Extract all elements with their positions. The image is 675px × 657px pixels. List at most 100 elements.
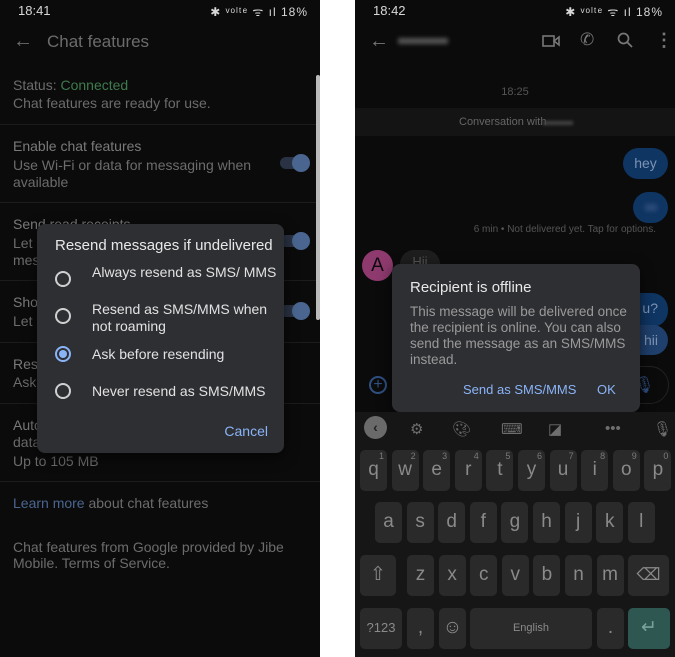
message-bubble[interactable] [633,192,668,223]
add-attachment-icon[interactable]: + [369,376,387,394]
key-a[interactable]: a [375,502,402,543]
enable-chat-toggle[interactable] [280,154,310,172]
space-key[interactable]: English [470,608,592,649]
status-label: Status: Connected [13,77,128,93]
status-time: 18:41 [18,3,51,18]
key-label: t [497,459,503,480]
keyboard-layout-icon[interactable]: ⌨ [501,420,523,438]
more-options-icon[interactable]: ••• [605,420,621,437]
setting-subtitle: available [13,174,69,190]
scrollbar[interactable] [316,75,320,320]
key-e[interactable]: e3 [423,450,451,491]
radio-button[interactable] [55,308,71,324]
status-time: 18:42 [373,3,406,18]
key-hint: 6 [536,451,542,461]
key-label: o [621,459,632,480]
key-g[interactable]: g [501,502,529,543]
message-bubble[interactable]: hey [623,148,668,179]
search-icon[interactable] [617,32,633,48]
footer-line: Mobile. Terms of Service. [13,555,170,571]
delivery-status[interactable]: 6 min • Not delivered yet. Tap for optio… [474,224,656,235]
radio-button-selected[interactable] [55,346,71,362]
key-label: k [604,511,615,532]
key-k[interactable]: k [596,502,624,543]
key-h[interactable]: h [533,502,560,543]
key-z[interactable]: z [407,555,434,596]
setting-subtitle: Ask [13,374,37,390]
key-b[interactable]: b [533,555,561,596]
key-y[interactable]: y6 [518,450,545,491]
key-label: z [415,564,426,585]
more-vert-icon[interactable]: ⋮ [655,30,673,51]
back-arrow-icon[interactable]: ← [369,30,389,53]
divider [0,124,320,125]
phone-icon[interactable]: ✆ [580,30,594,50]
key-label: l [639,511,644,532]
key-label: English [512,622,550,634]
key-t[interactable]: t5 [486,450,514,491]
voice-typing-icon[interactable]: 🎙︎ [653,420,672,438]
key-p[interactable]: p0 [644,450,672,491]
key-i[interactable]: i8 [581,450,609,491]
key-v[interactable]: v [501,555,529,596]
key-label: c [478,564,489,585]
radio-button[interactable] [55,271,71,287]
setting-title: Sho [13,294,38,310]
enter-key[interactable]: ↵ [628,608,670,649]
learn-more-link[interactable]: Learn more [13,495,85,511]
radio-button[interactable] [55,383,71,399]
symbols-key[interactable]: ?123 [360,608,402,649]
send-as-sms-button[interactable]: Send as SMS/MMS [463,382,576,397]
key-x[interactable]: x [438,555,466,596]
key-label: ⇧ [370,564,386,585]
backspace-key[interactable]: ⌫ [628,555,669,596]
setting-subtitle: Up to 105 MB [13,453,99,469]
key-d[interactable]: d [438,502,466,543]
key-label: s [415,511,425,532]
key-label: g [509,511,521,532]
conversation-with: Conversation with [459,116,547,128]
key-c[interactable]: c [470,555,498,596]
video-call-icon[interactable] [542,33,560,49]
key-w[interactable]: w2 [391,450,419,491]
emoji-key[interactable]: ☺ [439,608,466,649]
collapse-toolbar-icon[interactable]: ‹ [364,416,387,439]
key-n[interactable]: n [565,555,592,596]
option-label: Resend as SMS/MMS when not roaming [92,301,268,334]
status-value: Connected [60,77,129,93]
contact-name-blurred [543,121,573,125]
key-label: p [652,459,664,480]
key-s[interactable]: s [406,502,434,543]
key-f[interactable]: f [469,502,497,543]
key-l[interactable]: l [627,502,655,543]
settings-gear-icon[interactable]: ⚙ [410,420,423,438]
cancel-button[interactable]: Cancel [224,423,268,439]
key-m[interactable]: m [596,555,624,596]
status-description: Chat features are ready for use. [13,95,211,111]
key-u[interactable]: u7 [549,450,577,491]
key-label: w [398,459,412,480]
option-label: Never resend as SMS/MMS [92,383,266,399]
shift-key[interactable]: ⇧ [360,555,396,596]
period-key[interactable]: . [597,608,624,649]
key-label: . [607,617,614,638]
key-label: u [557,459,569,480]
key-hint: 8 [600,451,606,461]
key-o[interactable]: o9 [612,450,640,491]
contact-name-blurred[interactable] [398,38,448,44]
setting-title: Enable chat features [13,138,142,154]
avatar[interactable]: A [362,250,393,281]
key-j[interactable]: j [564,502,592,543]
key-q[interactable]: q1 [360,450,387,491]
key-hint: 1 [378,451,384,461]
key-r[interactable]: r4 [454,450,482,491]
key-label: q [368,459,379,480]
key-label: , [417,617,424,638]
resize-icon[interactable]: ◪ [548,420,562,438]
ok-button[interactable]: OK [597,382,616,397]
theme-palette-icon[interactable]: 🎨︎ [452,420,471,438]
key-label: n [573,564,584,585]
comma-key[interactable]: , [407,608,434,649]
back-arrow-icon[interactable]: ← [13,30,33,53]
key-hint: 4 [473,451,479,461]
